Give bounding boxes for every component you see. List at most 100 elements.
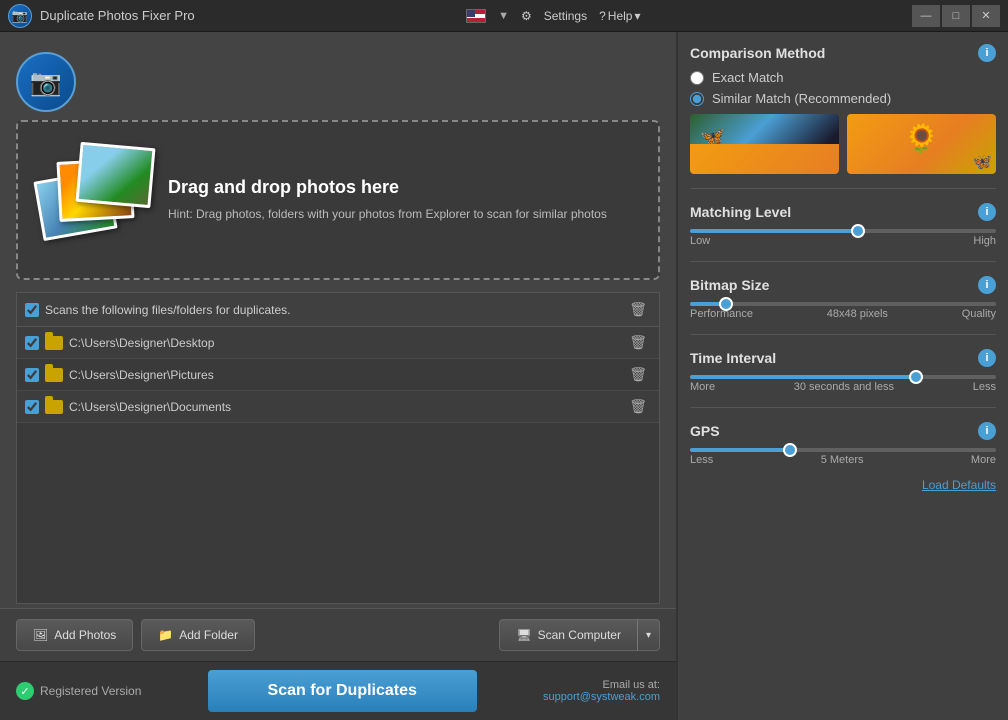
drop-text: Drag and drop photos here Hint: Drag pho… <box>168 177 607 223</box>
comparison-method-title: Comparison Method <box>690 45 825 61</box>
help-menu[interactable]: ? Help ▾ <box>599 9 640 23</box>
file-checkbox-3[interactable] <box>25 400 39 414</box>
file-path-1: C:\Users\Designer\Desktop <box>69 336 619 350</box>
left-buttons: 🖼 Add Photos 📁 Add Folder <box>16 619 255 651</box>
file-row: C:\Users\Designer\Documents 🗑 <box>17 391 659 423</box>
gps-slider[interactable] <box>690 448 996 452</box>
matching-level-info[interactable]: i <box>978 203 996 221</box>
time-interval-section: Time Interval i More 30 seconds and less… <box>690 349 996 393</box>
gps-info[interactable]: i <box>978 422 996 440</box>
load-defaults-button[interactable]: Load Defaults <box>690 478 996 492</box>
maximize-button[interactable]: □ <box>942 5 970 27</box>
app-logo: 📷 <box>8 4 32 28</box>
bitmap-size-value: 48x48 pixels <box>827 308 888 320</box>
delete-file-2[interactable]: 🗑 <box>625 364 651 385</box>
file-path-2: C:\Users\Designer\Pictures <box>69 368 619 382</box>
titlebar: 📷 Duplicate Photos Fixer Pro ▼ ⚙ Setting… <box>0 0 1008 32</box>
photos-icon: 🖼 <box>33 628 48 642</box>
settings-menu[interactable]: Settings <box>544 9 587 23</box>
file-checkbox-1[interactable] <box>25 336 39 350</box>
preview-images <box>690 114 996 174</box>
email-area: Email us at: support@systweak.com <box>543 679 660 703</box>
gps-title: GPS <box>690 423 720 439</box>
add-photos-button[interactable]: 🖼 Add Photos <box>16 619 133 651</box>
preview-image-2 <box>847 114 996 174</box>
matching-level-title: Matching Level <box>690 204 791 220</box>
drop-hint: Hint: Drag photos, folders with your pho… <box>168 206 607 223</box>
drop-zone[interactable]: Drag and drop photos here Hint: Drag pho… <box>16 120 660 280</box>
divider <box>690 334 996 335</box>
top-area: 📷 <box>0 32 676 112</box>
gps-section: GPS i Less 5 Meters More <box>690 422 996 466</box>
time-interval-slider[interactable] <box>690 375 996 379</box>
delete-file-3[interactable]: 🗑 <box>625 396 651 417</box>
preview-image-1 <box>690 114 839 174</box>
bitmap-size-min: Performance <box>690 308 753 320</box>
gps-labels: Less 5 Meters More <box>690 454 996 466</box>
file-list-header: Scans the following files/folders for du… <box>17 293 659 327</box>
divider <box>690 407 996 408</box>
close-button[interactable]: ✕ <box>972 5 1000 27</box>
divider <box>690 261 996 262</box>
folder-icon <box>45 400 63 414</box>
bitmap-size-slider[interactable] <box>690 302 996 306</box>
bitmap-size-labels: Performance 48x48 pixels Quality <box>690 308 996 320</box>
drop-title: Drag and drop photos here <box>168 177 607 198</box>
check-icon: ✓ <box>16 682 34 700</box>
gps-header: GPS i <box>690 422 996 440</box>
chevron-down-icon: ▾ <box>634 9 640 23</box>
gps-max: More <box>971 454 996 466</box>
gps-min: Less <box>690 454 713 466</box>
exact-match-label: Exact Match <box>712 70 784 85</box>
question-icon: ? <box>599 9 606 23</box>
add-folder-button[interactable]: 📁 Add Folder <box>141 619 255 651</box>
minimize-button[interactable]: — <box>912 5 940 27</box>
chevron-down-icon: ▾ <box>646 630 651 641</box>
main-container: 📷 Drag and drop photos here Hint: Drag p… <box>0 32 1008 720</box>
window-controls: — □ ✕ <box>912 5 1000 27</box>
file-checkbox-2[interactable] <box>25 368 39 382</box>
exact-match-option[interactable]: Exact Match <box>690 70 996 85</box>
matching-level-header: Matching Level i <box>690 203 996 221</box>
matching-level-slider[interactable] <box>690 229 996 233</box>
scan-dropdown-button[interactable]: ▾ <box>637 619 660 651</box>
time-interval-title: Time Interval <box>690 350 776 366</box>
email-link[interactable]: support@systweak.com <box>543 691 660 703</box>
scan-dropdown: 🖥 Scan Computer ▾ <box>499 619 660 651</box>
language-flag[interactable] <box>466 9 486 23</box>
matching-level-slider-container: Low High <box>690 229 996 247</box>
comparison-radio-group: Exact Match Similar Match (Recommended) <box>690 70 996 106</box>
exact-match-radio[interactable] <box>690 71 704 85</box>
comparison-method-info[interactable]: i <box>978 44 996 62</box>
bitmap-size-section: Bitmap Size i Performance 48x48 pixels Q… <box>690 276 996 320</box>
bitmap-size-info[interactable]: i <box>978 276 996 294</box>
similar-match-radio[interactable] <box>690 92 704 106</box>
delete-all-button[interactable]: 🗑 <box>625 299 651 320</box>
folder-icon <box>45 336 63 350</box>
scan-duplicates-button[interactable]: Scan for Duplicates <box>208 670 477 712</box>
delete-file-1[interactable]: 🗑 <box>625 332 651 353</box>
bottom-bar: 🖼 Add Photos 📁 Add Folder 🖥 Scan Compute… <box>0 608 676 661</box>
photo-3 <box>76 142 156 208</box>
titlebar-left: 📷 Duplicate Photos Fixer Pro <box>8 4 195 28</box>
gps-value: 5 Meters <box>821 454 864 466</box>
select-all-checkbox[interactable] <box>25 303 39 317</box>
time-interval-info[interactable]: i <box>978 349 996 367</box>
time-interval-max: Less <box>973 381 996 393</box>
photo-stack <box>38 145 148 255</box>
time-interval-min: More <box>690 381 715 393</box>
time-interval-labels: More 30 seconds and less Less <box>690 381 996 393</box>
gear-icon: ⚙ <box>521 9 532 23</box>
file-row: C:\Users\Designer\Desktop 🗑 <box>17 327 659 359</box>
matching-level-min: Low <box>690 235 710 247</box>
scan-computer-button[interactable]: 🖥 Scan Computer <box>499 619 637 651</box>
similar-match-option[interactable]: Similar Match (Recommended) <box>690 91 996 106</box>
bitmap-size-title: Bitmap Size <box>690 277 769 293</box>
app-title: Duplicate Photos Fixer Pro <box>40 8 195 23</box>
folder-add-icon: 📁 <box>158 628 173 642</box>
time-interval-value: 30 seconds and less <box>794 381 894 393</box>
similar-match-label: Similar Match (Recommended) <box>712 91 891 106</box>
bitmap-size-max: Quality <box>962 308 996 320</box>
monitor-icon: 🖥 <box>516 628 531 642</box>
file-row: C:\Users\Designer\Pictures 🗑 <box>17 359 659 391</box>
